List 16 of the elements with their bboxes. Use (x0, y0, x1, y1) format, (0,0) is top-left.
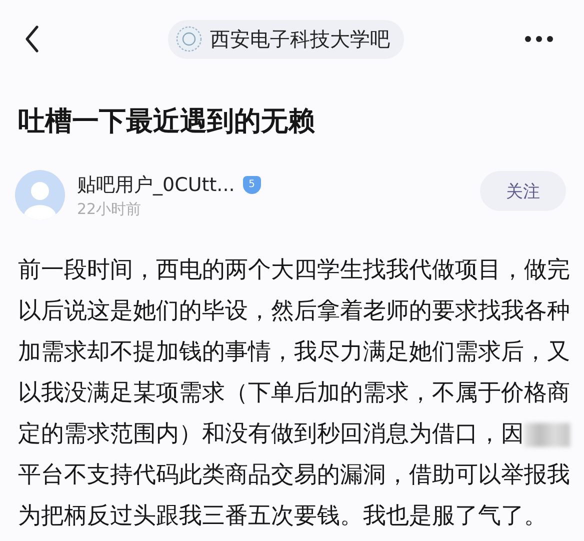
username[interactable]: 贴吧用户_0CUtt... (77, 172, 235, 198)
post-time: 22小时前 (77, 200, 142, 218)
post-text-line: 以我没满足某项需求（下单后加的需求，不属于价格商 (18, 379, 570, 408)
level-badge: 5 (242, 176, 261, 194)
post-text-line: 以后说这是她们的毕设，然后拿着老师的要求找我各种 (18, 297, 570, 326)
post-text-line: 为把柄反过头跟我三番五次要钱。我也是服了气了。 (18, 502, 547, 531)
more-icon[interactable] (524, 35, 554, 43)
post-text-line: 加需求却不提加钱的事情，我尽力满足她们需求后，又 (18, 338, 570, 367)
post-text-line: 前一段时间，西电的两个大四学生找我代做项目，做完 (18, 256, 570, 285)
emblem-icon (176, 26, 202, 52)
follow-button[interactable]: 关注 (480, 171, 566, 211)
post-title: 吐槽一下最近遇到的无赖 (18, 105, 316, 139)
back-icon[interactable] (24, 25, 40, 53)
forum-pill[interactable]: 西安电子科技大学吧 (168, 20, 404, 58)
post-text-line: 定的需求范围内）和没有做到秒回消息为借口，因 (18, 420, 524, 449)
post-text-line: 平台不支持代码此类商品交易的漏洞，借助可以举报我 (18, 461, 570, 490)
